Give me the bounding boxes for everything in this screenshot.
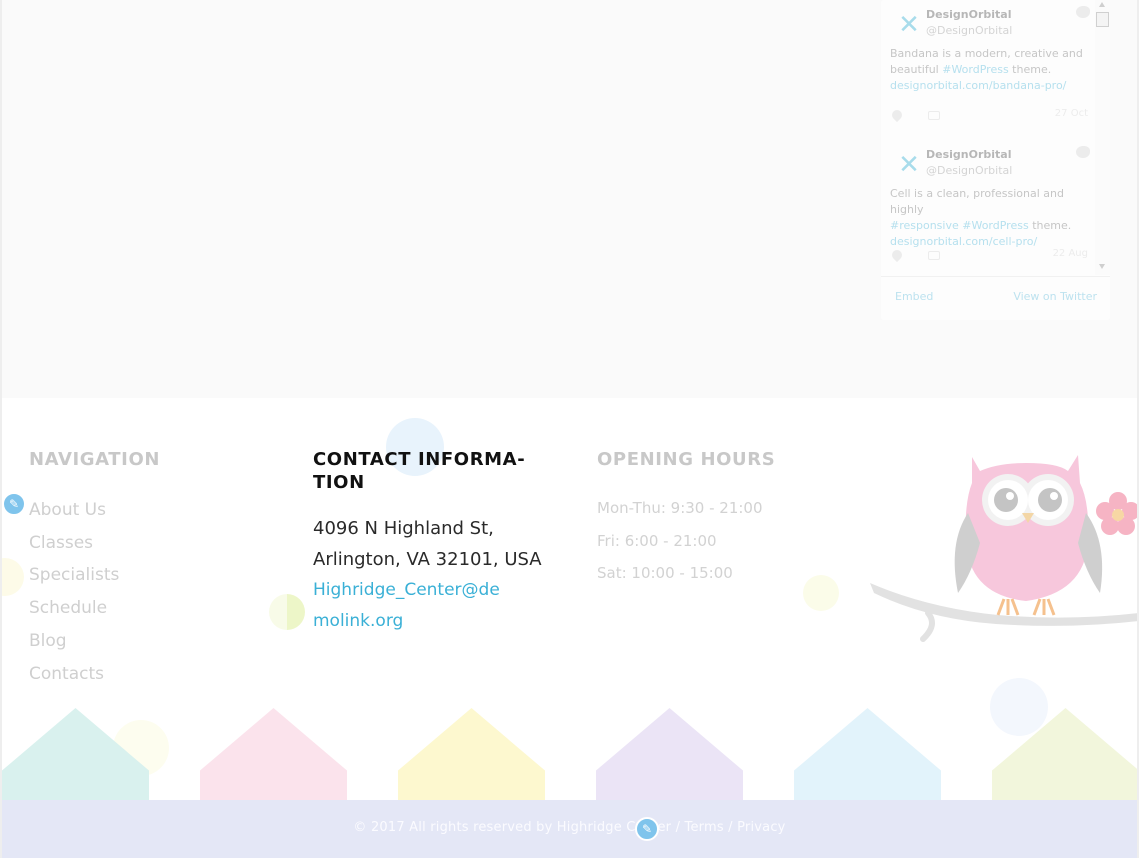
scroll-down-arrow-icon[interactable] xyxy=(1099,264,1105,269)
tweet-date[interactable]: 22 Aug xyxy=(1053,248,1088,259)
hashtag-link[interactable]: #responsive xyxy=(890,219,959,232)
hashtag-link[interactable]: #WordPress xyxy=(942,63,1008,76)
edit-pencil-icon[interactable]: ✎ xyxy=(2,492,26,516)
tweet-actions: 22 Aug xyxy=(889,247,1088,263)
contact-address: 4096 N Highland St, Arlington, VA 32101,… xyxy=(313,518,542,570)
privacy-link[interactable]: Privacy xyxy=(737,820,785,835)
nav-link-blog[interactable]: Blog xyxy=(29,625,119,658)
tweet-author-handle[interactable]: @DesignOrbital xyxy=(926,164,1012,177)
nav-link-specialists[interactable]: Specialists xyxy=(29,559,119,592)
nav-link-contacts[interactable]: Contacts xyxy=(29,658,119,691)
tweet-text-part: theme. xyxy=(1008,63,1052,76)
decorative-circle xyxy=(0,558,24,596)
like-heart-icon[interactable] xyxy=(889,247,905,263)
twitter-timeline-widget: ✕ DesignOrbital @DesignOrbital Bandana i… xyxy=(881,0,1110,320)
share-icon[interactable] xyxy=(928,111,940,120)
separator: / xyxy=(728,820,733,835)
widget-divider xyxy=(881,276,1110,277)
nav-link-classes[interactable]: Classes xyxy=(29,527,119,560)
copyright-line: © 2017 All rights reserved by Highridge … xyxy=(0,820,1139,835)
hours-item: Sat: 10:00 - 15:00 xyxy=(597,564,733,583)
tweet-author-handle[interactable]: @DesignOrbital xyxy=(926,24,1012,37)
decorative-house xyxy=(398,708,545,800)
decorative-house xyxy=(2,708,149,800)
tweet-actions: 27 Oct xyxy=(889,107,1088,123)
navigation-heading: NAVIGATION xyxy=(29,449,161,470)
decorative-house xyxy=(794,708,941,800)
owl-illustration xyxy=(870,455,1139,642)
twitter-bird-icon[interactable] xyxy=(1076,6,1090,18)
opening-hours-list: Mon-Thu: 9:30 - 21:00 Fri: 6:00 - 21:00 … xyxy=(597,492,763,590)
terms-link[interactable]: Terms xyxy=(685,820,724,835)
copyright-text: © 2017 All rights reserved by Highridge … xyxy=(353,820,672,835)
embed-link[interactable]: Embed xyxy=(895,290,933,303)
decorative-circle xyxy=(803,575,839,611)
like-heart-icon[interactable] xyxy=(889,107,905,123)
widget-scrollbar[interactable] xyxy=(1095,0,1110,275)
decorative-circle xyxy=(269,594,305,630)
scroll-up-arrow-icon[interactable] xyxy=(1099,2,1105,7)
twitter-bird-icon[interactable] xyxy=(1076,146,1090,158)
tweet-text-part: Cell is a clean, professional and highly xyxy=(890,187,1064,216)
hours-item: Fri: 6:00 - 21:00 xyxy=(597,531,717,550)
tweet-author-name[interactable]: DesignOrbital xyxy=(926,148,1012,161)
nav-link-about-us[interactable]: About Us xyxy=(29,494,119,527)
page-edge-left xyxy=(0,0,2,858)
tweet-url-link[interactable]: designorbital.com/cell-pro/ xyxy=(890,235,1037,248)
designorbital-logo-icon[interactable]: ✕ xyxy=(894,150,924,180)
hashtag-link[interactable]: #WordPress xyxy=(962,219,1028,232)
decorative-houses xyxy=(0,708,1139,800)
designorbital-logo-icon[interactable]: ✕ xyxy=(894,10,924,40)
hours-item: Mon-Thu: 9:30 - 21:00 xyxy=(597,499,763,517)
tweet-url-link[interactable]: designorbital.com/bandana-pro/ xyxy=(890,79,1066,92)
share-icon[interactable] xyxy=(928,251,940,260)
copyright-bar: © 2017 All rights reserved by Highridge … xyxy=(0,800,1139,858)
decorative-house xyxy=(992,708,1139,800)
nav-link-schedule[interactable]: Schedule xyxy=(29,592,119,625)
view-on-twitter-link[interactable]: View on Twitter xyxy=(1013,290,1097,303)
contact-email-link[interactable]: Highridge_Center@demolink.org xyxy=(313,575,513,636)
edit-pencil-icon[interactable]: ✎ xyxy=(635,817,659,841)
contact-information-heading: CONTACT INFORMA-TION xyxy=(313,449,526,493)
decorative-house xyxy=(200,708,347,800)
opening-hours-heading: OPENING HOURS xyxy=(597,449,776,470)
scrollbar-thumb[interactable] xyxy=(1096,12,1109,27)
tweet-text: Bandana is a modern, creative and beauti… xyxy=(890,46,1090,94)
tweet-date[interactable]: 27 Oct xyxy=(1055,108,1088,119)
tweet-text-part: theme. xyxy=(1028,219,1072,232)
decorative-house xyxy=(596,708,743,800)
separator: / xyxy=(675,820,681,835)
footer-navigation-list: About Us Classes Specialists Schedule Bl… xyxy=(29,494,119,690)
tweet-text: Cell is a clean, professional and highly… xyxy=(890,186,1090,250)
tweet-author-name[interactable]: DesignOrbital xyxy=(926,8,1012,21)
